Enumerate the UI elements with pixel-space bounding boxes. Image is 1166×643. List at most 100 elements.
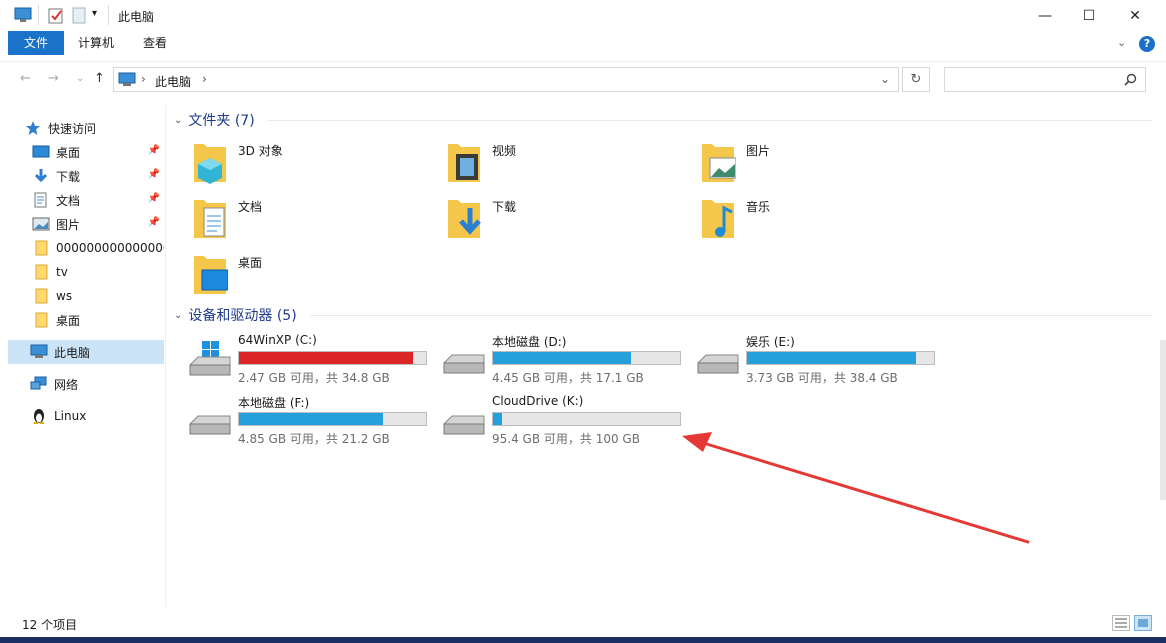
sidebar-item-folder[interactable]: 000000000000000000 xyxy=(32,236,164,260)
taskbar xyxy=(0,637,1166,643)
address-dropdown-icon[interactable]: ⌄ xyxy=(880,72,890,86)
sidebar-item-this-pc[interactable]: 此电脑 xyxy=(8,340,164,364)
drive-usage-bar xyxy=(238,412,427,426)
folder-label: 下载 xyxy=(492,200,517,214)
right-scroll-hint xyxy=(1160,340,1166,500)
group-title: 设备和驱动器 (5) xyxy=(188,308,297,324)
up-button[interactable]: ↑ xyxy=(94,71,105,86)
download-icon xyxy=(34,169,48,183)
sidebar-item-desktop-folder[interactable]: 桌面 xyxy=(32,308,164,332)
drive-usage-bar xyxy=(492,412,681,426)
drive-usage-fill xyxy=(747,352,916,364)
maximize-button[interactable]: ☐ xyxy=(1066,0,1112,31)
pin-icon[interactable]: 📌 xyxy=(148,169,160,180)
status-bar: 12 个项目 xyxy=(0,611,1166,635)
drive-f[interactable]: 本地磁盘 (F:) 4.85 GB 可用，共 21.2 GB xyxy=(174,394,427,454)
large-icons-view-button[interactable] xyxy=(1134,615,1152,631)
sidebar-item-label: 文档 xyxy=(56,193,81,208)
folder-icon xyxy=(35,288,48,304)
help-icon[interactable]: ? xyxy=(1139,36,1155,52)
search-icon xyxy=(1124,73,1137,86)
pin-icon[interactable]: 📌 xyxy=(148,217,160,228)
sidebar-item-label: 网络 xyxy=(54,377,79,392)
drive-name: 娱乐 (E:) xyxy=(746,335,795,349)
window-title: 此电脑 xyxy=(118,10,155,24)
drive-usage-bar xyxy=(238,351,427,365)
drive-k-clouddrive[interactable]: CloudDrive (K:) 95.4 GB 可用，共 100 GB xyxy=(428,394,681,454)
sidebar-item-pictures[interactable]: 图片 📌 xyxy=(32,212,164,236)
folders-group-header[interactable]: ⌄ 文件夹 (7) xyxy=(174,110,255,130)
details-view-icon xyxy=(1115,618,1127,628)
properties-icon[interactable] xyxy=(48,7,64,24)
title-bar: ▾ 此电脑 — ☐ ✕ xyxy=(0,0,1166,31)
quick-access-dropdown-icon[interactable]: ▾ xyxy=(92,8,97,19)
collapse-chevron-icon[interactable]: ⌄ xyxy=(174,115,182,126)
desktop-icon xyxy=(32,145,50,158)
folder-music[interactable]: 音乐 xyxy=(682,196,912,246)
sidebar-item-label: 桌面 xyxy=(56,313,81,328)
drive-d[interactable]: 本地磁盘 (D:) 4.45 GB 可用，共 17.1 GB xyxy=(428,333,681,393)
sidebar-item-desktop[interactable]: 桌面 📌 xyxy=(32,140,164,164)
linux-icon xyxy=(34,409,44,424)
sidebar-item-documents[interactable]: 文档 📌 xyxy=(32,188,164,212)
tab-computer[interactable]: 计算机 xyxy=(68,31,124,55)
breadcrumb-separator[interactable]: › xyxy=(202,72,207,86)
new-folder-icon[interactable] xyxy=(72,7,86,24)
tab-view[interactable]: 查看 xyxy=(130,31,180,55)
navigation-pane: 快速访问 桌面 📌 下载 📌 文档 📌 图片 📌 000000000000000… xyxy=(0,106,166,606)
sidebar-item-label: 此电脑 xyxy=(54,345,91,360)
drive-name: CloudDrive (K:) xyxy=(492,394,584,408)
drive-space-info: 3.73 GB 可用，共 38.4 GB xyxy=(746,371,898,385)
item-count: 12 个项目 xyxy=(22,618,78,632)
search-input[interactable] xyxy=(944,67,1146,92)
computer-icon[interactable] xyxy=(14,7,32,23)
sidebar-item-label: ws xyxy=(56,289,73,303)
close-button[interactable]: ✕ xyxy=(1112,0,1158,31)
collapse-chevron-icon[interactable]: ⌄ xyxy=(174,310,182,321)
sidebar-item-downloads[interactable]: 下载 📌 xyxy=(32,164,164,188)
folder-videos[interactable]: 视频 xyxy=(428,140,658,190)
sidebar-item-quick-access[interactable]: 快速访问 xyxy=(24,116,164,140)
breadcrumb-this-pc[interactable]: 此电脑 xyxy=(155,73,191,90)
navigation-bar: ← → ⌄ ↑ › 此电脑 › ⌄ ↻ xyxy=(0,61,1166,95)
pin-icon[interactable]: 📌 xyxy=(148,193,160,204)
drives-group-header[interactable]: ⌄ 设备和驱动器 (5) xyxy=(174,305,297,325)
group-divider xyxy=(310,315,1152,316)
computer-icon xyxy=(30,344,48,358)
drive-usage-fill xyxy=(493,413,502,425)
tab-file[interactable]: 文件 xyxy=(8,31,64,55)
sidebar-item-network[interactable]: 网络 xyxy=(30,372,164,396)
folder-desktop[interactable]: 桌面 xyxy=(174,252,404,302)
folder-downloads[interactable]: 下载 xyxy=(428,196,658,246)
folder-icon xyxy=(35,312,48,328)
back-button[interactable]: ← xyxy=(20,71,31,86)
drive-icon xyxy=(189,415,231,435)
address-bar[interactable]: › 此电脑 › ⌄ xyxy=(113,67,899,92)
refresh-button[interactable]: ↻ xyxy=(902,67,930,92)
drive-name: 64WinXP (C:) xyxy=(238,333,317,347)
sidebar-item-label: 000000000000000000 xyxy=(56,241,164,255)
sidebar-item-tv[interactable]: tv xyxy=(32,260,164,284)
minimize-button[interactable]: — xyxy=(1022,0,1068,31)
drive-e[interactable]: 娱乐 (E:) 3.73 GB 可用，共 38.4 GB xyxy=(682,333,935,393)
folder-3d-objects[interactable]: 3D 对象 xyxy=(174,140,404,190)
drive-c[interactable]: 64WinXP (C:) 2.47 GB 可用，共 34.8 GB xyxy=(174,333,427,393)
title-divider xyxy=(108,5,109,25)
pin-icon[interactable]: 📌 xyxy=(148,145,160,156)
folder-icon xyxy=(35,264,48,280)
recent-locations-button[interactable]: ⌄ xyxy=(76,73,84,84)
folder-pictures[interactable]: 图片 xyxy=(682,140,912,190)
sidebar-item-linux[interactable]: Linux xyxy=(30,404,164,428)
documents-icon xyxy=(194,200,226,238)
drive-space-info: 4.45 GB 可用，共 17.1 GB xyxy=(492,371,644,385)
folder-documents[interactable]: 文档 xyxy=(174,196,404,246)
details-view-button[interactable] xyxy=(1112,615,1130,631)
sidebar-item-label: 桌面 xyxy=(56,145,81,160)
3d-objects-icon xyxy=(194,144,226,184)
sidebar-item-ws[interactable]: ws xyxy=(32,284,164,308)
drive-icon xyxy=(443,354,485,374)
forward-button[interactable]: → xyxy=(48,71,59,86)
drive-usage-fill xyxy=(239,352,413,364)
expand-ribbon-icon[interactable]: ⌄ xyxy=(1117,36,1126,49)
sidebar-item-label: 图片 xyxy=(56,217,81,232)
